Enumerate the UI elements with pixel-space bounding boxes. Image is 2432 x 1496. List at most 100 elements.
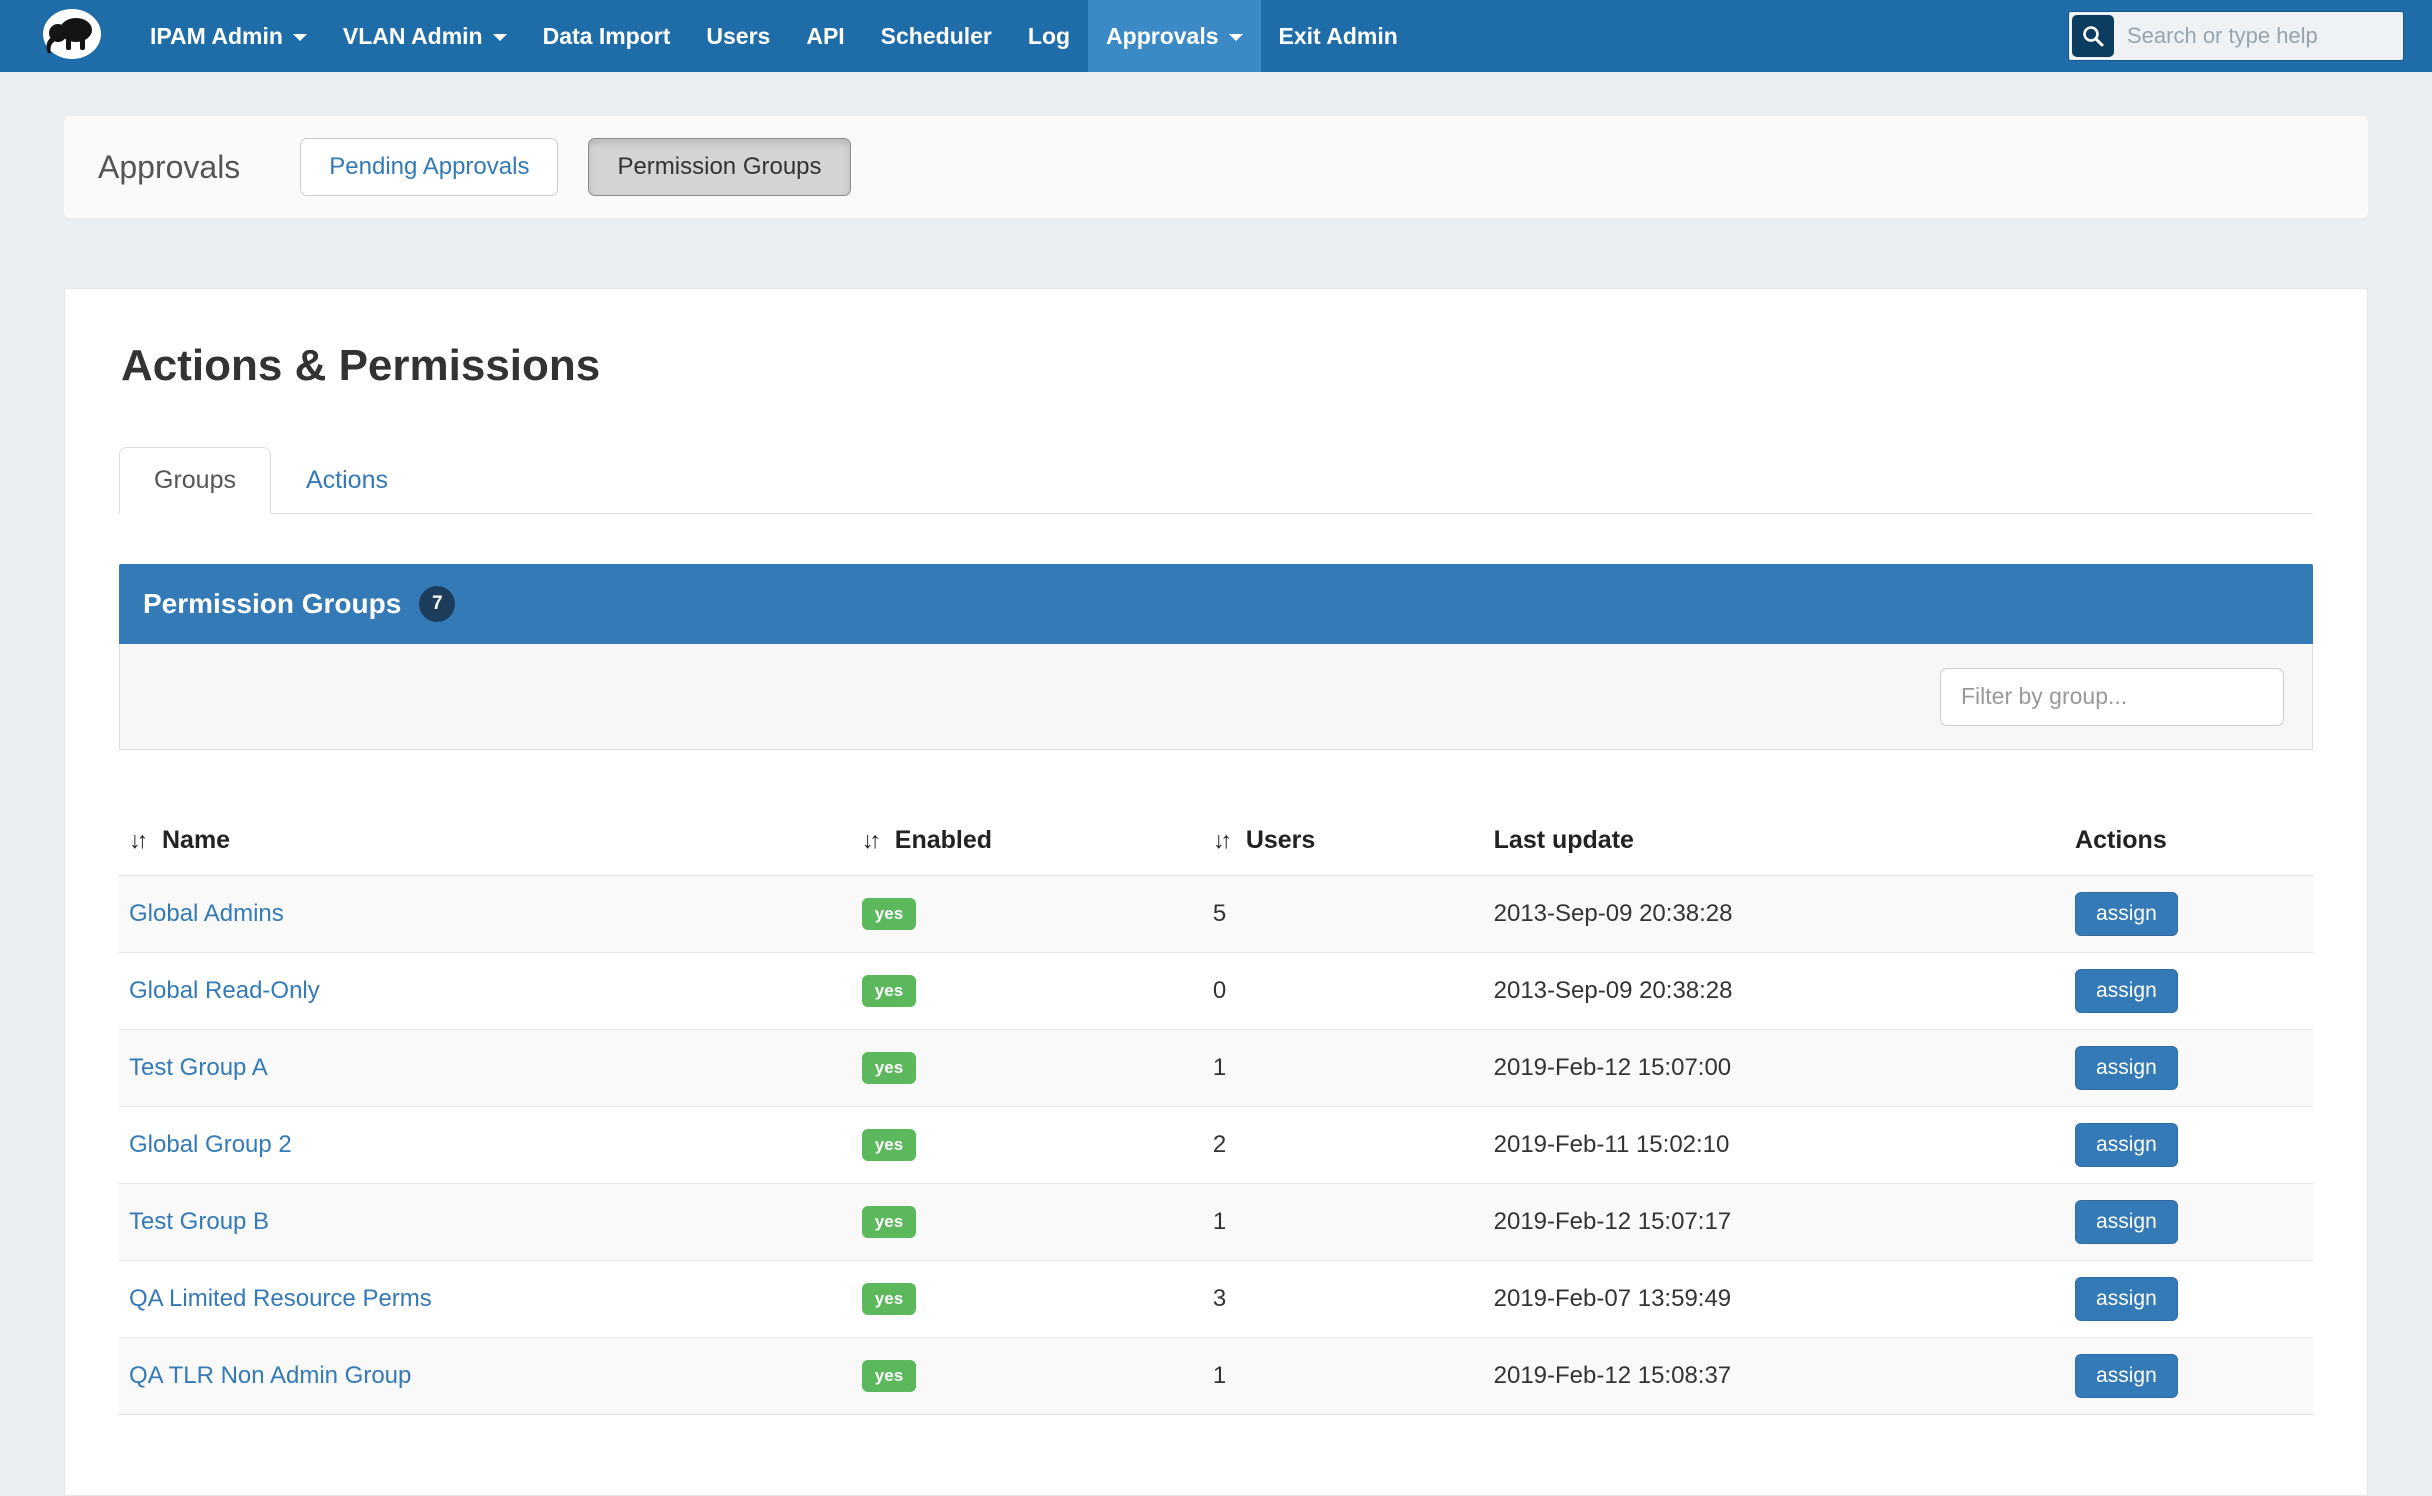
search-icon[interactable] xyxy=(2072,15,2114,57)
nav-item-approvals[interactable]: Approvals xyxy=(1088,0,1260,72)
nav-item-label: Exit Admin xyxy=(1279,23,1398,50)
permission-groups-panel: Permission Groups 7 ↓↑ Name ↓↑ Enabled ↓↑ U… xyxy=(119,564,2313,1415)
nav-item-log[interactable]: Log xyxy=(1010,0,1088,72)
permission-groups-button[interactable]: Permission Groups xyxy=(588,138,850,196)
column-header-name: ↓↑ Name xyxy=(119,810,852,876)
tabs-bar: Groups Actions xyxy=(119,447,2313,514)
users-count: 1 xyxy=(1203,1184,1484,1261)
nav-item-vlan-admin[interactable]: VLAN Admin xyxy=(325,0,525,72)
column-header-label: Enabled xyxy=(895,826,992,854)
assign-button[interactable]: assign xyxy=(2075,1200,2178,1244)
nav-item-ipam-admin[interactable]: IPAM Admin xyxy=(132,0,325,72)
app-logo[interactable] xyxy=(40,7,104,65)
group-name-link[interactable]: Global Group 2 xyxy=(129,1131,292,1158)
column-header-last-update: Last update xyxy=(1484,810,2065,876)
last-update: 2019-Feb-12 15:07:00 xyxy=(1484,1030,2065,1107)
groups-table: ↓↑ Name ↓↑ Enabled ↓↑ Users Last update Act… xyxy=(119,810,2313,1415)
group-name-link[interactable]: QA Limited Resource Perms xyxy=(129,1285,432,1312)
group-name-link[interactable]: Test Group A xyxy=(129,1054,268,1081)
chevron-down-icon xyxy=(293,34,307,41)
column-header-label: Name xyxy=(162,826,230,854)
panel-header: Permission Groups 7 xyxy=(119,564,2313,644)
column-header-label: Actions xyxy=(2075,826,2167,854)
approvals-strip: Approvals Pending Approvals Permission G… xyxy=(64,116,2368,218)
last-update: 2019-Feb-12 15:07:17 xyxy=(1484,1184,2065,1261)
last-update: 2019-Feb-12 15:08:37 xyxy=(1484,1338,2065,1415)
strip-title: Approvals xyxy=(98,149,240,186)
table-row-test-group-a: Test Group A yes 1 2019-Feb-12 15:07:00 … xyxy=(119,1030,2313,1107)
nav-item-label: Scheduler xyxy=(881,23,992,50)
search-input[interactable] xyxy=(2068,11,2404,61)
nav-item-label: Log xyxy=(1028,23,1070,50)
button-label: Permission Groups xyxy=(617,153,821,180)
chevron-down-icon xyxy=(493,34,507,41)
chevron-down-icon xyxy=(1229,34,1243,41)
assign-button[interactable]: assign xyxy=(2075,1123,2178,1167)
main-card: Actions & Permissions Groups Actions Per… xyxy=(64,288,2368,1496)
nav-item-scheduler[interactable]: Scheduler xyxy=(863,0,1010,72)
sort-icon[interactable]: ↓↑ xyxy=(1213,827,1232,854)
users-count: 3 xyxy=(1203,1261,1484,1338)
tab-groups[interactable]: Groups xyxy=(119,447,271,514)
group-name-link[interactable]: QA TLR Non Admin Group xyxy=(129,1362,411,1389)
button-label: Pending Approvals xyxy=(329,153,529,180)
nav-item-label: Data Import xyxy=(543,23,671,50)
enabled-badge: yes xyxy=(862,1360,916,1392)
column-header-enabled: ↓↑ Enabled xyxy=(852,810,1203,876)
navbar-search xyxy=(2068,11,2404,61)
assign-button[interactable]: assign xyxy=(2075,892,2178,936)
sort-icon[interactable]: ↓↑ xyxy=(862,827,881,854)
enabled-badge: yes xyxy=(862,1283,916,1315)
tab-actions[interactable]: Actions xyxy=(271,447,423,514)
enabled-badge: yes xyxy=(862,1206,916,1238)
strip-buttons: Pending Approvals Permission Groups xyxy=(300,138,880,196)
mammoth-logo-icon xyxy=(40,5,104,68)
table-row-global-admins: Global Admins yes 5 2013-Sep-09 20:38:28… xyxy=(119,876,2313,953)
nav-item-label: VLAN Admin xyxy=(343,23,483,50)
table-row-qa-tlr-non-admin-group: QA TLR Non Admin Group yes 1 2019-Feb-12… xyxy=(119,1338,2313,1415)
users-count: 1 xyxy=(1203,1030,1484,1107)
column-header-actions: Actions xyxy=(2065,810,2313,876)
enabled-badge: yes xyxy=(862,898,916,930)
enabled-badge: yes xyxy=(862,975,916,1007)
users-count: 1 xyxy=(1203,1338,1484,1415)
table-row-test-group-b: Test Group B yes 1 2019-Feb-12 15:07:17 … xyxy=(119,1184,2313,1261)
enabled-badge: yes xyxy=(862,1052,916,1084)
users-count: 5 xyxy=(1203,876,1484,953)
pending-approvals-button[interactable]: Pending Approvals xyxy=(300,138,558,196)
last-update: 2019-Feb-11 15:02:10 xyxy=(1484,1107,2065,1184)
nav-item-label: Approvals xyxy=(1106,23,1218,50)
table-row-global-group-2: Global Group 2 yes 2 2019-Feb-11 15:02:1… xyxy=(119,1107,2313,1184)
column-header-label: Users xyxy=(1246,826,1316,854)
panel-toolbar xyxy=(119,644,2313,750)
last-update: 2019-Feb-07 13:59:49 xyxy=(1484,1261,2065,1338)
sort-icon[interactable]: ↓↑ xyxy=(129,827,148,854)
page-title: Actions & Permissions xyxy=(121,341,2313,391)
assign-button[interactable]: assign xyxy=(2075,1354,2178,1398)
tab-label: Actions xyxy=(306,466,388,494)
filter-input[interactable] xyxy=(1940,668,2284,726)
nav-item-data-import[interactable]: Data Import xyxy=(525,0,689,72)
assign-button[interactable]: assign xyxy=(2075,969,2178,1013)
nav-item-users[interactable]: Users xyxy=(688,0,788,72)
nav-item-label: IPAM Admin xyxy=(150,23,283,50)
nav-item-label: Users xyxy=(706,23,770,50)
users-count: 2 xyxy=(1203,1107,1484,1184)
assign-button[interactable]: assign xyxy=(2075,1046,2178,1090)
group-name-link[interactable]: Global Read-Only xyxy=(129,977,320,1004)
group-name-link[interactable]: Test Group B xyxy=(129,1208,269,1235)
groups-table-wrap: ↓↑ Name ↓↑ Enabled ↓↑ Users Last update Act… xyxy=(119,810,2313,1415)
group-name-link[interactable]: Global Admins xyxy=(129,900,284,927)
navbar-menu: IPAM Admin VLAN Admin Data Import Users … xyxy=(132,0,1416,72)
panel-title: Permission Groups xyxy=(143,588,401,620)
users-count: 0 xyxy=(1203,953,1484,1030)
nav-item-label: API xyxy=(806,23,844,50)
table-row-global-read-only: Global Read-Only yes 0 2013-Sep-09 20:38… xyxy=(119,953,2313,1030)
assign-button[interactable]: assign xyxy=(2075,1277,2178,1321)
table-header-row: ↓↑ Name ↓↑ Enabled ↓↑ Users Last update Act… xyxy=(119,810,2313,876)
last-update: 2013-Sep-09 20:38:28 xyxy=(1484,876,2065,953)
nav-item-exit-admin[interactable]: Exit Admin xyxy=(1261,0,1416,72)
table-row-qa-limited-resource-perms: QA Limited Resource Perms yes 3 2019-Feb… xyxy=(119,1261,2313,1338)
nav-item-api[interactable]: API xyxy=(788,0,862,72)
tab-label: Groups xyxy=(154,466,236,494)
